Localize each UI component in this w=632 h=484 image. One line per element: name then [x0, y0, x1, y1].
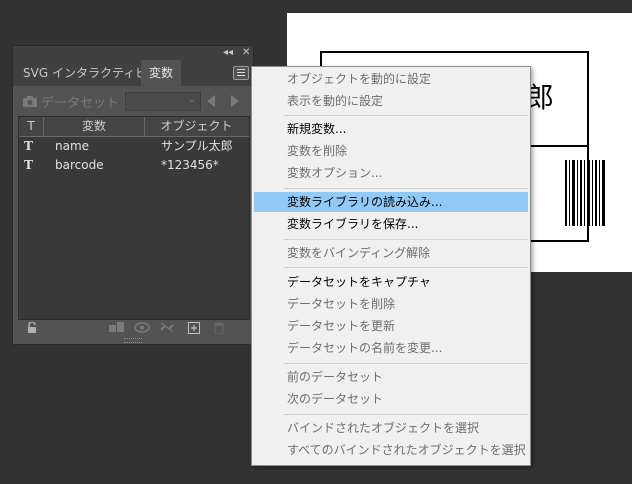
menu-item-new-variable[interactable]: 新規変数... — [254, 119, 528, 139]
menu-item-update-dataset[interactable]: データセットを更新 — [254, 316, 528, 336]
menu-separator — [284, 414, 528, 415]
new-variable-icon[interactable] — [188, 322, 200, 334]
menu-item-dynamic-object[interactable]: オブジェクトを動的に設定 — [254, 69, 528, 89]
menu-item-dynamic-visibility[interactable]: 表示を動的に設定 — [254, 91, 528, 111]
resize-grip[interactable] — [124, 338, 142, 343]
text-type-icon: T — [24, 158, 33, 172]
menu-separator — [284, 239, 528, 240]
header-variable[interactable]: 変数 — [44, 117, 145, 136]
variable-name: name — [55, 139, 90, 153]
unbind-icon[interactable] — [160, 322, 174, 333]
table-row[interactable]: T name サンプル太郎 — [19, 137, 249, 156]
tab-variables[interactable]: 変数 — [141, 60, 182, 86]
menu-item-delete-dataset[interactable]: データセットを削除 — [254, 294, 528, 314]
menu-separator — [284, 188, 528, 189]
panel-menu-button[interactable] — [233, 66, 249, 80]
menu-item-select-all-bound-objects[interactable]: すべてのバインドされたオブジェクトを選択 — [254, 440, 528, 460]
panel-tabs: SVG インタラクティビティ 変数 — [13, 60, 253, 86]
menu-item-unbind-variable[interactable]: 変数をバインディング解除 — [254, 243, 528, 263]
menu-item-load-variable-library[interactable]: 変数ライブラリの読み込み... — [254, 192, 528, 212]
menu-separator — [284, 267, 528, 268]
header-type[interactable]: T — [19, 117, 44, 136]
panel-title-bar[interactable]: ◂◂ ✕ — [13, 46, 253, 60]
menu-separator — [284, 115, 528, 116]
variables-panel-menu: オブジェクトを動的に設定 表示を動的に設定 新規変数... 変数を削除 変数オプ… — [251, 66, 531, 466]
previous-dataset-icon[interactable] — [207, 95, 215, 107]
menu-item-save-variable-library[interactable]: 変数ライブラリを保存... — [254, 214, 528, 234]
make-dynamic-visibility-icon[interactable] — [134, 322, 150, 333]
variable-name: barcode — [55, 158, 104, 172]
panel-footer — [13, 318, 253, 338]
menu-item-delete-variable[interactable]: 変数を削除 — [254, 141, 528, 161]
trash-icon[interactable] — [213, 322, 225, 334]
variables-table: T 変数 オブジェクト T name サンプル太郎 T barcode *123… — [18, 116, 250, 320]
menu-item-next-dataset[interactable]: 次のデータセット — [254, 389, 528, 409]
text-type-icon: T — [24, 139, 33, 153]
dataset-select[interactable]: ⌄ — [125, 92, 201, 111]
menu-item-rename-dataset[interactable]: データセットの名前を変更... — [254, 338, 528, 358]
table-header: T 変数 オブジェクト — [19, 117, 249, 137]
menu-item-variable-options[interactable]: 変数オプション... — [254, 163, 528, 183]
menu-separator — [284, 363, 528, 364]
make-dynamic-object-icon[interactable] — [109, 322, 125, 333]
next-dataset-icon[interactable] — [231, 95, 239, 107]
menu-item-capture-dataset[interactable]: データセットをキャプチャ — [254, 272, 528, 292]
camera-icon[interactable] — [23, 95, 37, 107]
close-icon[interactable]: ✕ — [242, 46, 250, 60]
collapse-icon[interactable]: ◂◂ — [223, 46, 233, 60]
bound-object: サンプル太郎 — [161, 139, 233, 153]
menu-item-previous-dataset[interactable]: 前のデータセット — [254, 367, 528, 387]
bound-object: *123456* — [161, 158, 219, 172]
table-row[interactable]: T barcode *123456* — [19, 156, 249, 175]
variables-panel: ◂◂ ✕ SVG インタラクティビティ 変数 データセット : ⌄ T 変数 オ… — [12, 45, 254, 345]
lock-icon[interactable] — [27, 322, 37, 333]
menu-item-select-bound-objects[interactable]: バインドされたオブジェクトを選択 — [254, 418, 528, 438]
chevron-down-icon: ⌄ — [187, 94, 196, 105]
barcode-graphic — [565, 160, 605, 226]
dataset-row: データセット : ⌄ — [13, 86, 253, 116]
dataset-label: データセット : — [41, 96, 128, 111]
header-object[interactable]: オブジェクト — [145, 117, 248, 136]
